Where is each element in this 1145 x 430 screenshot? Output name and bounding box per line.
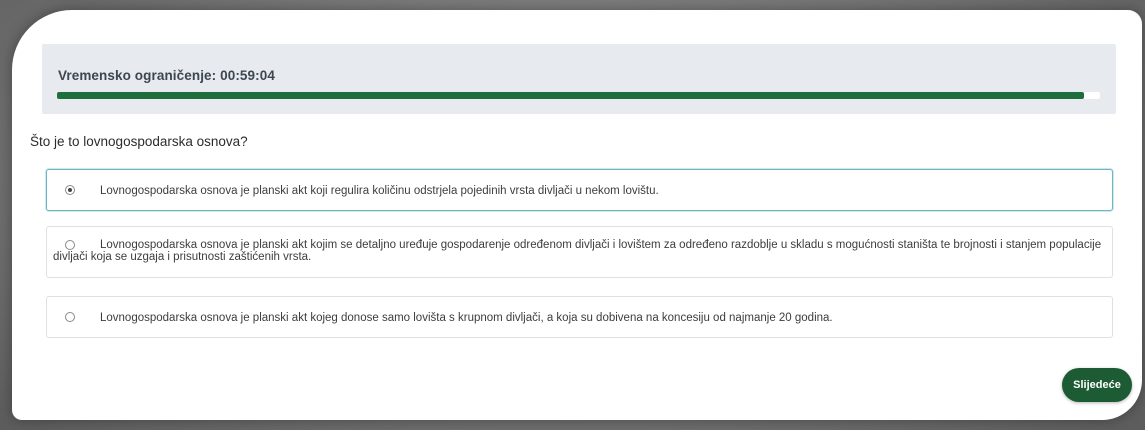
time-progress-track xyxy=(57,92,1100,99)
answer-option-2[interactable]: Lovnogospodarska osnova je planski akt k… xyxy=(46,226,1113,278)
question-text: Što je to lovnogospodarska osnova? xyxy=(30,134,248,149)
answer-option-3[interactable]: Lovnogospodarska osnova je planski akt k… xyxy=(46,296,1113,338)
quiz-card: Vremensko ograničenje: 00:59:04 Što je t… xyxy=(12,10,1142,420)
time-limit-label: Vremensko ograničenje: 00:59:04 xyxy=(58,68,275,83)
answer-option-label: Lovnogospodarska osnova je planski akt k… xyxy=(100,185,659,197)
answer-option-label: Lovnogospodarska osnova je planski akt k… xyxy=(53,239,1102,263)
timer-panel: Vremensko ograničenje: 00:59:04 xyxy=(42,44,1116,114)
next-button[interactable]: Slijedeće xyxy=(1062,368,1132,402)
radio-button-1[interactable] xyxy=(65,185,75,195)
time-progress-fill xyxy=(57,92,1085,99)
answer-option-label: Lovnogospodarska osnova je planski akt k… xyxy=(100,312,833,324)
radio-button-3[interactable] xyxy=(65,312,75,322)
answer-option-1[interactable]: Lovnogospodarska osnova je planski akt k… xyxy=(46,169,1113,211)
